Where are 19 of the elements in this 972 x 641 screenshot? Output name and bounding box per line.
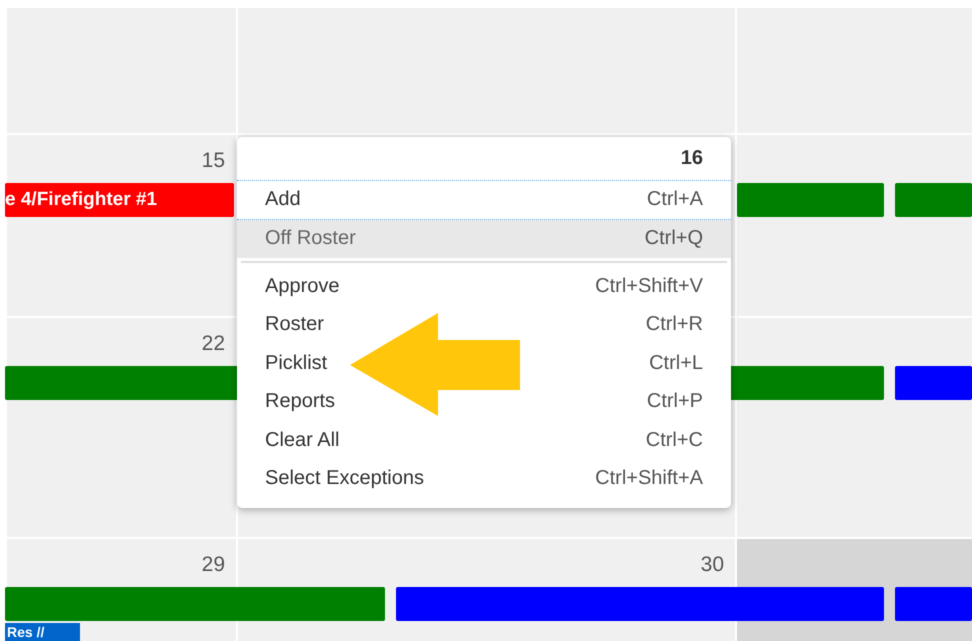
menu-item[interactable]: Select Exceptions Ctrl+Shift+A	[237, 460, 731, 498]
menu-item[interactable]: Picklist Ctrl+L	[237, 344, 731, 382]
day-number: 29	[202, 552, 225, 578]
event-bar[interactable]	[737, 183, 884, 217]
event-tag[interactable]: Res //	[5, 623, 80, 641]
menu-date: 16	[680, 147, 703, 170]
event-bar[interactable]	[895, 366, 972, 400]
menu-item[interactable]: Roster Ctrl+R	[237, 306, 731, 344]
event-bar[interactable]: e 4/Firefighter #1	[5, 183, 234, 217]
day-number: 30	[700, 552, 724, 578]
menu-item[interactable]: Reports Ctrl+P	[237, 382, 731, 421]
event-bar[interactable]	[396, 587, 884, 621]
day-number: 15	[202, 148, 225, 174]
menu-item[interactable]: Approve Ctrl+Shift+V	[237, 267, 731, 306]
event-bar[interactable]	[5, 587, 385, 621]
event-bar[interactable]	[895, 183, 972, 217]
event-bar[interactable]	[895, 587, 972, 621]
menu-item[interactable]: Clear All Ctrl+C	[237, 421, 731, 460]
day-number: 22	[202, 331, 225, 357]
